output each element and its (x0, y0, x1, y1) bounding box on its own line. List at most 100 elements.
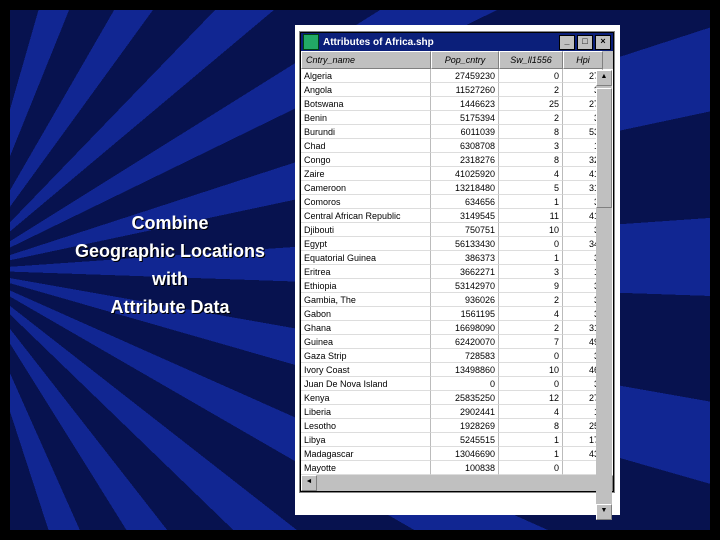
cell-sw: 10 (499, 223, 563, 237)
table-row[interactable]: Zaire41025920441 (301, 167, 613, 181)
cell-pop: 56133430 (431, 237, 499, 251)
cell-sw: 1 (499, 195, 563, 209)
close-button[interactable]: × (595, 35, 611, 50)
vertical-scrollbar[interactable]: ▲ ▼ (596, 70, 612, 520)
table-row[interactable]: Algeria27459230027 (301, 69, 613, 83)
table-row[interactable]: Madagascar13046690143 (301, 447, 613, 461)
cell-sw: 2 (499, 83, 563, 97)
table-row[interactable]: Congo2318276832 (301, 153, 613, 167)
cell-country: Botswana (301, 97, 431, 111)
col-sw[interactable]: Sw_ll1556 (499, 51, 563, 69)
table-row[interactable]: Ethiopia5314297093 (301, 279, 613, 293)
cell-country: Gabon (301, 307, 431, 321)
cell-sw: 4 (499, 405, 563, 419)
cell-country: Comoros (301, 195, 431, 209)
scroll-down-icon[interactable]: ▼ (596, 504, 612, 520)
cell-country: Central African Republic (301, 209, 431, 223)
col-country-name[interactable]: Cntry_name (301, 51, 431, 69)
table-row[interactable]: Chad630870831 (301, 139, 613, 153)
table-row[interactable]: Ivory Coast134988601046 (301, 363, 613, 377)
table-row[interactable]: Guinea62420070749 (301, 335, 613, 349)
table-row[interactable]: Egypt56133430034 (301, 237, 613, 251)
cell-pop: 750751 (431, 223, 499, 237)
cell-sw: 8 (499, 419, 563, 433)
cell-country: Chad (301, 139, 431, 153)
cell-sw: 9 (499, 279, 563, 293)
cell-country: Cameroon (301, 181, 431, 195)
cell-pop: 5175394 (431, 111, 499, 125)
cell-pop: 3149545 (431, 209, 499, 223)
cell-country: Djibouti (301, 223, 431, 237)
horizontal-scrollbar[interactable]: ◄ ► (301, 475, 613, 491)
cell-pop: 13046690 (431, 447, 499, 461)
cell-country: Ethiopia (301, 279, 431, 293)
table-row[interactable]: Mayotte1008380 (301, 461, 613, 475)
table-row[interactable]: Juan De Nova Island003 (301, 377, 613, 391)
cell-pop: 6011039 (431, 125, 499, 139)
table-row[interactable]: Liberia290244141 (301, 405, 613, 419)
cell-sw: 3 (499, 265, 563, 279)
table-row[interactable]: Equatorial Guinea38637313 (301, 251, 613, 265)
cell-pop: 27459230 (431, 69, 499, 83)
cell-sw: 0 (499, 461, 563, 475)
cell-pop: 41025920 (431, 167, 499, 181)
table-row[interactable]: Gambia, The93602623 (301, 293, 613, 307)
table-row[interactable]: Kenya258352501227 (301, 391, 613, 405)
cell-pop: 53142970 (431, 279, 499, 293)
table-row[interactable]: Benin517539423 (301, 111, 613, 125)
cell-sw: 7 (499, 335, 563, 349)
caption-line: Geographic Locations (55, 238, 285, 266)
cell-pop: 16698090 (431, 321, 499, 335)
table-row[interactable]: Comoros63465613 (301, 195, 613, 209)
cell-country: Lesotho (301, 419, 431, 433)
cell-pop: 25835250 (431, 391, 499, 405)
cell-pop: 62420070 (431, 335, 499, 349)
caption-line: Combine (55, 210, 285, 238)
table-row[interactable]: Angola1152726023 (301, 83, 613, 97)
cell-sw: 2 (499, 321, 563, 335)
table-row[interactable]: Libya5245515117 (301, 433, 613, 447)
h-scroll-track[interactable] (317, 475, 597, 491)
table-row[interactable]: Botswana14466232527 (301, 97, 613, 111)
cell-country: Gambia, The (301, 293, 431, 307)
table-row[interactable]: Lesotho1928269825 (301, 419, 613, 433)
table-row[interactable]: Ghana16698090231 (301, 321, 613, 335)
titlebar[interactable]: Attributes of Africa.shp _ □ × (301, 33, 613, 51)
cell-sw: 8 (499, 125, 563, 139)
column-headers: Cntry_name Pop_cntry Sw_ll1556 Hpi (301, 51, 613, 69)
col-pop-cntry[interactable]: Pop_cntry (431, 51, 499, 69)
scroll-left-icon[interactable]: ◄ (301, 475, 317, 491)
cell-sw: 0 (499, 377, 563, 391)
slide-caption: Combine Geographic Locations with Attrib… (55, 210, 285, 322)
table-row[interactable]: Gaza Strip72858303 (301, 349, 613, 363)
cell-country: Angola (301, 83, 431, 97)
cell-sw: 4 (499, 307, 563, 321)
minimize-button[interactable]: _ (559, 35, 575, 50)
table-row[interactable]: Central African Republic31495451141 (301, 209, 613, 223)
cell-sw: 0 (499, 69, 563, 83)
table-row[interactable]: Burundi6011039853 (301, 125, 613, 139)
scroll-up-icon[interactable]: ▲ (596, 70, 612, 86)
cell-sw: 1 (499, 251, 563, 265)
cell-pop: 6308708 (431, 139, 499, 153)
table-row[interactable]: Cameroon13218480531 (301, 181, 613, 195)
cell-country: Ivory Coast (301, 363, 431, 377)
cell-sw: 2 (499, 293, 563, 307)
col-hpi[interactable]: Hpi (563, 51, 603, 69)
cell-pop: 3662271 (431, 265, 499, 279)
table-row[interactable]: Djibouti750751103 (301, 223, 613, 237)
table-row[interactable]: Eritrea366227131 (301, 265, 613, 279)
maximize-button[interactable]: □ (577, 35, 593, 50)
table-row[interactable]: Gabon156119543 (301, 307, 613, 321)
cell-pop: 1446623 (431, 97, 499, 111)
table-body: Algeria27459230027Angola1152726023Botswa… (301, 69, 613, 475)
v-scroll-thumb[interactable] (596, 88, 612, 208)
cell-country: Egypt (301, 237, 431, 251)
cell-pop: 1928269 (431, 419, 499, 433)
cell-sw: 8 (499, 153, 563, 167)
cell-country: Ghana (301, 321, 431, 335)
cell-sw: 0 (499, 349, 563, 363)
app-icon (303, 34, 319, 50)
cell-pop: 5245515 (431, 433, 499, 447)
cell-pop: 100838 (431, 461, 499, 475)
